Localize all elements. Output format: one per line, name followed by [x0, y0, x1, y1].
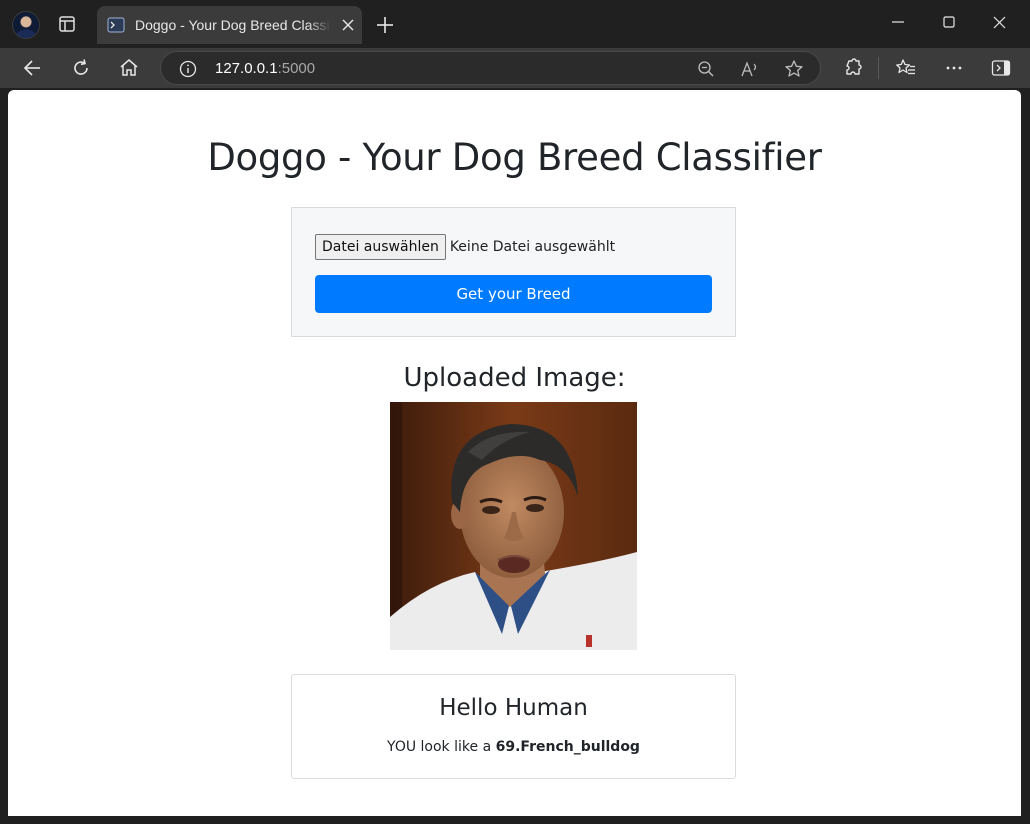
new-tab-icon[interactable]	[374, 14, 396, 36]
browser-toolbar: 127.0.0.1:5000	[0, 48, 1030, 88]
site-info-icon[interactable]	[178, 59, 198, 79]
more-menu-icon[interactable]	[940, 54, 968, 82]
toolbar-separator	[878, 57, 879, 79]
result-prefix: YOU look like a	[387, 739, 492, 755]
result-text: YOU look like a 69.French_bulldog	[292, 739, 735, 755]
zoom-out-icon[interactable]	[695, 58, 717, 80]
sidebar-toggle-icon[interactable]	[987, 54, 1015, 82]
page-viewport: Doggo - Your Dog Breed Classifier Datei …	[8, 90, 1021, 816]
file-input[interactable]: Datei auswählen Keine Datei ausgewählt	[315, 234, 615, 260]
tab-title: Doggo - Your Dog Breed Classifier	[135, 17, 331, 33]
upload-form: Datei auswählen Keine Datei ausgewählt G…	[291, 207, 736, 337]
page-title: Doggo - Your Dog Breed Classifier	[207, 136, 822, 179]
home-icon[interactable]	[115, 54, 143, 82]
read-aloud-icon[interactable]	[739, 58, 761, 80]
window-bottom-border	[0, 816, 1030, 824]
profile-avatar-icon[interactable]	[12, 11, 40, 39]
tab-strip: Doggo - Your Dog Breed Classifier	[0, 0, 1030, 48]
file-status-text: Keine Datei ausgewählt	[449, 239, 616, 255]
result-greeting: Hello Human	[439, 695, 588, 721]
close-window-icon[interactable]	[986, 12, 1012, 32]
favorite-star-icon[interactable]	[783, 58, 805, 80]
choose-file-button[interactable]: Datei auswählen	[315, 234, 446, 260]
minimize-icon[interactable]	[885, 12, 911, 32]
get-breed-button[interactable]: Get your Breed	[315, 275, 712, 313]
tab-actions-icon[interactable]	[58, 15, 76, 33]
address-text[interactable]: 127.0.0.1:5000	[215, 60, 315, 77]
back-icon[interactable]	[18, 54, 46, 82]
close-tab-icon[interactable]	[339, 16, 357, 34]
uploaded-image-heading: Uploaded Image:	[403, 363, 626, 393]
result-breed: 69.French_bulldog	[495, 739, 640, 755]
result-card: Hello Human YOU look like a 69.French_bu…	[291, 674, 736, 779]
refresh-icon[interactable]	[67, 54, 95, 82]
address-port: :5000	[277, 60, 316, 77]
address-bar[interactable]: 127.0.0.1:5000	[160, 51, 821, 85]
maximize-icon[interactable]	[936, 12, 962, 32]
address-host: 127.0.0.1	[215, 60, 278, 77]
favorites-icon[interactable]	[892, 54, 920, 82]
active-tab[interactable]: Doggo - Your Dog Breed Classifier	[97, 6, 362, 44]
terminal-favicon-icon	[107, 17, 125, 33]
uploaded-image	[390, 402, 637, 650]
extensions-icon[interactable]	[838, 54, 866, 82]
